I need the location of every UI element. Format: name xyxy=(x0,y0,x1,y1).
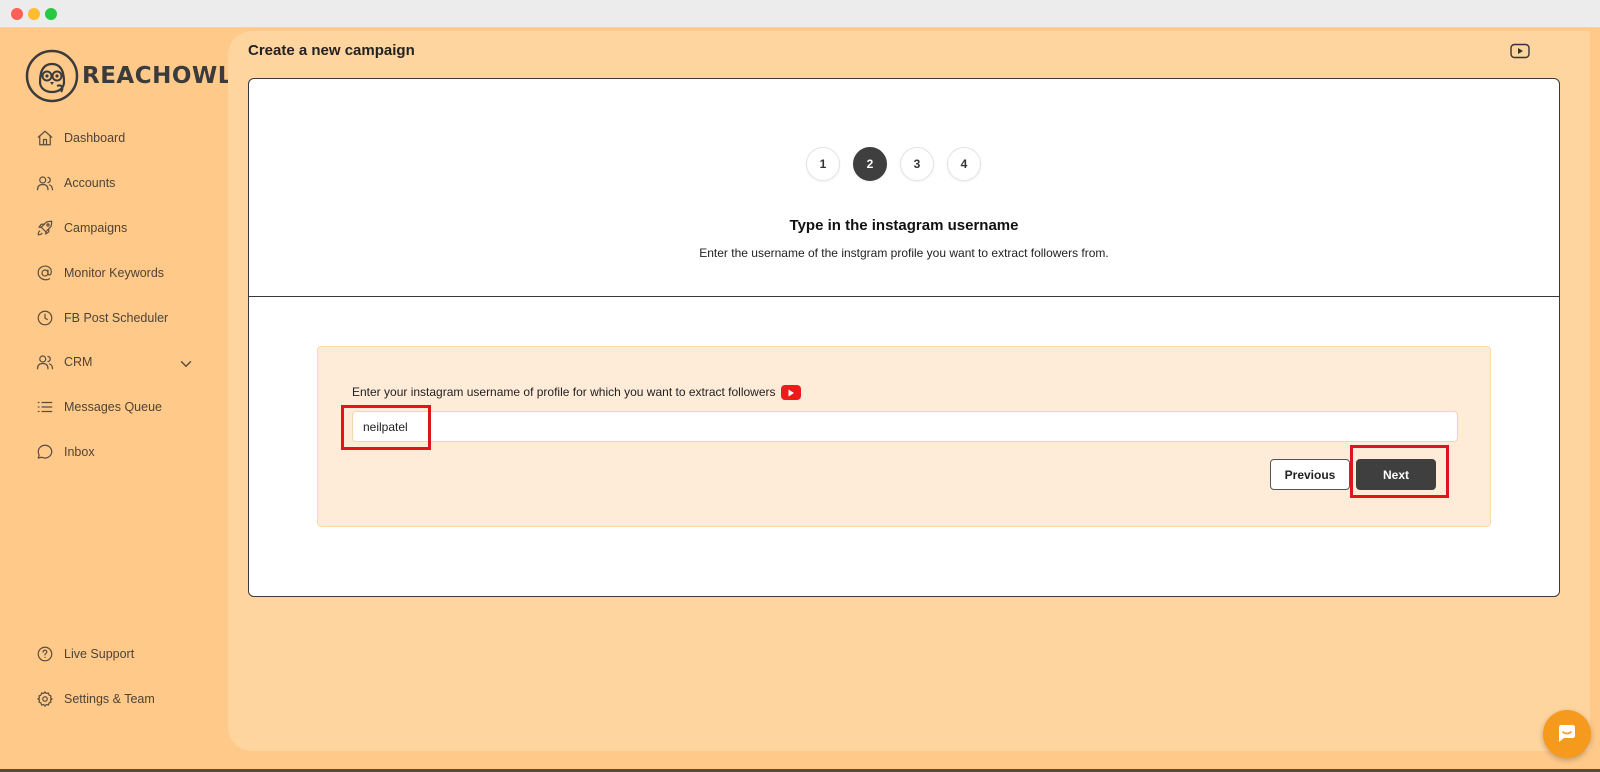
close-window-button[interactable] xyxy=(11,8,23,20)
sidebar-item-label: Monitor Keywords xyxy=(64,266,165,280)
sidebar-item-crm[interactable]: CRM xyxy=(36,350,196,374)
brand-name: REACHOWL xyxy=(82,63,233,89)
maximize-window-button[interactable] xyxy=(45,8,57,20)
youtube-play-icon[interactable] xyxy=(781,385,801,400)
sidebar-item-label: FB Post Scheduler xyxy=(64,311,169,325)
clock-icon xyxy=(37,310,53,326)
wizard-step-4[interactable]: 4 xyxy=(947,147,981,181)
username-field-label: Enter your instagram username of profile… xyxy=(352,385,776,399)
window-titlebar xyxy=(0,0,1600,28)
previous-button[interactable]: Previous xyxy=(1270,459,1350,490)
username-form-panel: Enter your instagram username of profile… xyxy=(317,346,1491,527)
sidebar-item-label: Accounts xyxy=(64,176,116,190)
sidebar-item-label: Dashboard xyxy=(64,131,126,145)
sidebar-item-label: CRM xyxy=(64,355,93,369)
sidebar-item-label: Campaigns xyxy=(64,221,128,235)
owl-logo-icon xyxy=(25,49,79,103)
sidebar-item-label: Inbox xyxy=(64,445,95,459)
step-description: Enter the username of the instgram profi… xyxy=(699,246,1109,260)
sidebar-item-label: Settings & Team xyxy=(64,692,155,706)
sidebar-item-campaigns[interactable]: Campaigns xyxy=(36,216,196,240)
sidebar-item-label: Messages Queue xyxy=(64,400,162,414)
sidebar-item-label: Live Support xyxy=(64,647,135,661)
gear-icon xyxy=(37,691,53,707)
instagram-username-input[interactable] xyxy=(352,411,1458,442)
home-icon xyxy=(37,130,53,146)
video-tutorial-icon[interactable] xyxy=(1510,43,1530,59)
chat-bubble-icon xyxy=(1559,725,1575,742)
sidebar-item-settings-team[interactable]: Settings & Team xyxy=(36,687,196,711)
sidebar: REACHOWL Dashboard Accounts Campaigns Mo xyxy=(0,28,232,770)
sidebar-item-live-support[interactable]: Live Support xyxy=(36,642,196,666)
message-circle-icon xyxy=(37,444,53,459)
app-container: REACHOWL Dashboard Accounts Campaigns Mo xyxy=(0,28,1600,770)
users-icon xyxy=(36,176,54,191)
sidebar-item-accounts[interactable]: Accounts xyxy=(36,171,196,195)
sidebar-item-dashboard[interactable]: Dashboard xyxy=(36,126,196,150)
campaign-wizard-card: 1 2 3 4 Type in the instagram username E… xyxy=(248,78,1560,597)
minimize-window-button[interactable] xyxy=(28,8,40,20)
wizard-step-3[interactable]: 3 xyxy=(900,147,934,181)
sidebar-item-messages-queue[interactable]: Messages Queue xyxy=(36,395,196,419)
sidebar-item-monitor-keywords[interactable]: Monitor Keywords xyxy=(36,261,196,285)
wizard-step-1[interactable]: 1 xyxy=(806,147,840,181)
rocket-icon xyxy=(37,220,53,236)
sidebar-item-fb-post-scheduler[interactable]: FB Post Scheduler xyxy=(36,306,196,330)
live-chat-button[interactable] xyxy=(1543,710,1591,758)
main-content: Create a new campaign 1 2 3 4 Type in th… xyxy=(228,31,1590,751)
sidebar-item-inbox[interactable]: Inbox xyxy=(36,440,196,464)
list-icon xyxy=(37,401,53,413)
users-icon xyxy=(36,355,54,370)
brand-logo[interactable]: REACHOWL xyxy=(24,48,233,104)
next-button[interactable]: Next xyxy=(1356,459,1436,490)
chevron-down-icon[interactable] xyxy=(177,355,195,373)
at-sign-icon xyxy=(37,265,52,281)
section-divider xyxy=(249,296,1559,297)
step-heading: Type in the instagram username xyxy=(789,217,1019,234)
help-circle-icon xyxy=(37,646,53,662)
wizard-step-2-active[interactable]: 2 xyxy=(853,147,887,181)
page-title: Create a new campaign xyxy=(248,42,415,59)
